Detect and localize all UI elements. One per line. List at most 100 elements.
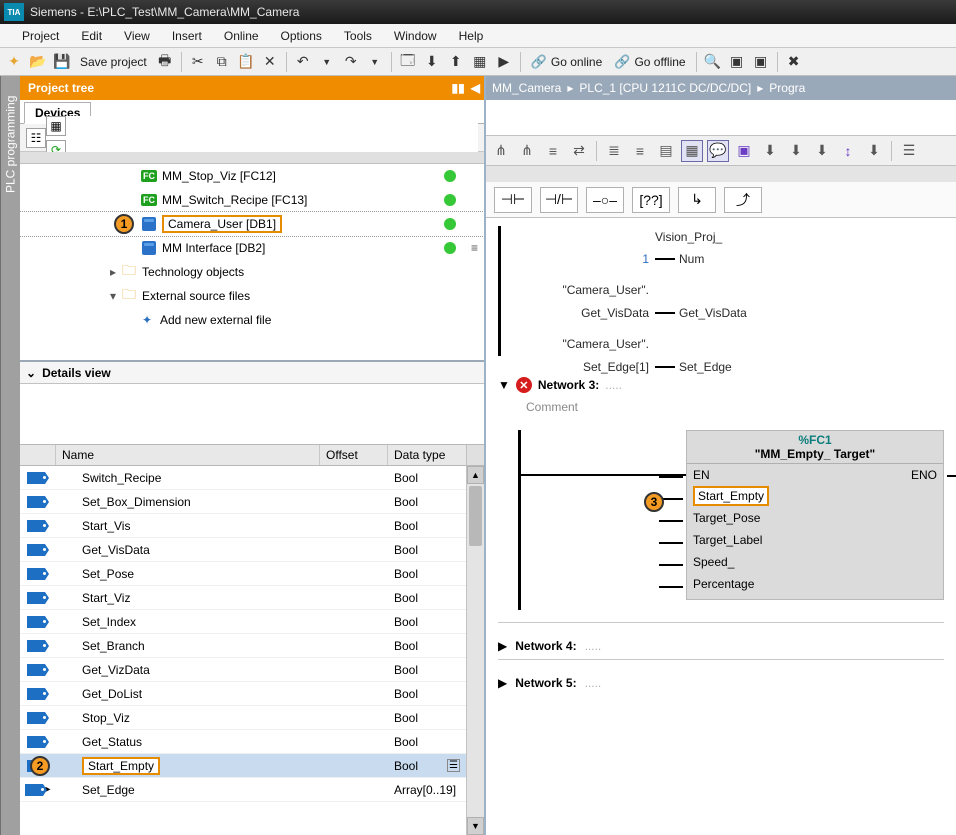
- undo-icon[interactable]: ↶: [293, 52, 313, 72]
- tree-item-db1[interactable]: 1 Camera_User [DB1]: [20, 212, 484, 236]
- table-row[interactable]: Get_DoListBool: [20, 682, 484, 706]
- rt-icon-9[interactable]: 💬: [707, 140, 729, 162]
- ref1-icon[interactable]: ▣: [727, 52, 747, 72]
- compile-icon[interactable]: 🗔: [398, 52, 418, 72]
- tree-item-fc12[interactable]: FC MM_Stop_Viz [FC12]: [20, 164, 484, 188]
- rt-icon-8[interactable]: ▦: [681, 140, 703, 162]
- scroll-thumb[interactable]: [469, 486, 482, 546]
- rt-icon-11[interactable]: ⬇: [759, 140, 781, 162]
- menu-project[interactable]: Project: [12, 27, 69, 45]
- rt-icon-15[interactable]: ⬇: [863, 140, 885, 162]
- tree-item-tech-objects[interactable]: ▸ 🗀 Technology objects: [20, 260, 484, 284]
- rt-icon-5[interactable]: ≣: [603, 140, 625, 162]
- ladder-editor[interactable]: Vision_Proj_1Num"Camera_User".Get_VisDat…: [486, 218, 956, 835]
- network-3-comment[interactable]: Comment: [498, 400, 944, 414]
- table-row[interactable]: ▸Set_EdgeArray[0..19]: [20, 778, 484, 802]
- save-icon[interactable]: 💾: [52, 52, 72, 72]
- menu-tools[interactable]: Tools: [334, 27, 382, 45]
- props-icon[interactable]: ≡: [471, 241, 478, 255]
- print-icon[interactable]: 🖶: [155, 52, 175, 72]
- menu-view[interactable]: View: [114, 27, 160, 45]
- table-row[interactable]: 2Start_EmptyBool☰: [20, 754, 484, 778]
- menu-window[interactable]: Window: [384, 27, 447, 45]
- rt-icon-12[interactable]: ⬇: [785, 140, 807, 162]
- branch-close-icon[interactable]: ⤴: [724, 187, 762, 213]
- rt-icon-16[interactable]: ☰: [898, 140, 920, 162]
- tree-item-ext-source[interactable]: ▾ 🗀 External source files: [20, 284, 484, 308]
- tag-icon: [27, 568, 45, 580]
- table-row[interactable]: Get_StatusBool: [20, 730, 484, 754]
- rt-icon-1[interactable]: ⋔: [490, 140, 512, 162]
- function-block-fc1[interactable]: %FC1 "MM_Empty_ Target" EN ENO Start_Emp…: [686, 430, 944, 600]
- cross-ref-icon[interactable]: ✖: [784, 52, 804, 72]
- col-name[interactable]: Name: [56, 445, 320, 465]
- branch-open-icon[interactable]: ↳: [678, 187, 716, 213]
- menu-options[interactable]: Options: [271, 27, 332, 45]
- tree-item-db2[interactable]: MM Interface [DB2] ≡: [20, 236, 484, 260]
- col-datatype[interactable]: Data type: [388, 445, 466, 465]
- tree-item-fc13[interactable]: FC MM_Switch_Recipe [FC13]: [20, 188, 484, 212]
- search-icon[interactable]: 🔍: [703, 52, 723, 72]
- chevron-down-icon[interactable]: ▾: [110, 289, 116, 303]
- coil-icon[interactable]: –○–: [586, 187, 624, 213]
- empty-box-icon[interactable]: [??]: [632, 187, 670, 213]
- tree-view-icon[interactable]: ☷: [26, 128, 46, 148]
- rt-icon-7[interactable]: ▤: [655, 140, 677, 162]
- copy-icon[interactable]: ⧉: [212, 52, 232, 72]
- collapse-icon[interactable]: ◀: [471, 81, 480, 95]
- contact-nc-icon[interactable]: ⊣/⊢: [540, 187, 578, 213]
- rt-icon-4[interactable]: ⇄: [568, 140, 590, 162]
- start-sim-icon[interactable]: ▶: [494, 52, 514, 72]
- rt-icon-6[interactable]: ≡: [629, 140, 651, 162]
- table-row[interactable]: Start_VisBool: [20, 514, 484, 538]
- table-row[interactable]: Set_PoseBool: [20, 562, 484, 586]
- contact-no-icon[interactable]: ⊣⊢: [494, 187, 532, 213]
- rt-icon-2[interactable]: ⋔: [516, 140, 538, 162]
- scroll-up-icon[interactable]: ▲: [467, 466, 484, 484]
- tree-item-add-ext-file[interactable]: ✦ Add new external file: [20, 308, 484, 332]
- save-project-button[interactable]: Save project: [76, 51, 151, 73]
- delete-icon[interactable]: ✕: [260, 52, 280, 72]
- table-row[interactable]: Get_VisDataBool: [20, 538, 484, 562]
- new-icon[interactable]: ✦: [4, 52, 24, 72]
- rt-icon-14[interactable]: ↕: [837, 140, 859, 162]
- redo-drop-icon[interactable]: ▼: [365, 52, 385, 72]
- grid-icon[interactable]: ▦: [46, 116, 66, 136]
- table-row[interactable]: Set_Box_DimensionBool: [20, 490, 484, 514]
- menu-insert[interactable]: Insert: [162, 27, 212, 45]
- menu-edit[interactable]: Edit: [71, 27, 112, 45]
- table-row[interactable]: Start_VizBool: [20, 586, 484, 610]
- paste-icon[interactable]: 📋: [236, 52, 256, 72]
- table-row[interactable]: Set_BranchBool: [20, 634, 484, 658]
- table-row[interactable]: Stop_VizBool: [20, 706, 484, 730]
- undo-drop-icon[interactable]: ▼: [317, 52, 337, 72]
- rt-icon-13[interactable]: ⬇: [811, 140, 833, 162]
- scroll-down-icon[interactable]: ▼: [467, 817, 484, 835]
- pin-icon[interactable]: ▮▮: [452, 81, 465, 95]
- network-4-header[interactable]: ▶ Network 4: .....: [498, 639, 944, 653]
- vertical-scrollbar[interactable]: ▲ ▼: [466, 466, 484, 835]
- table-row[interactable]: Set_IndexBool: [20, 610, 484, 634]
- table-row[interactable]: Switch_RecipeBool: [20, 466, 484, 490]
- menu-online[interactable]: Online: [214, 27, 269, 45]
- go-online-button[interactable]: 🔗Go online: [527, 51, 607, 73]
- table-row[interactable]: Get_VizDataBool: [20, 658, 484, 682]
- breadcrumb[interactable]: MM_Camera▸ PLC_1 [CPU 1211C DC/DC/DC]▸ P…: [486, 76, 956, 100]
- sim-icon[interactable]: ▦: [470, 52, 490, 72]
- details-view-header[interactable]: ⌄ Details view: [20, 360, 484, 384]
- go-offline-button[interactable]: 🔗Go offline: [610, 51, 689, 73]
- rt-icon-3[interactable]: ≡: [542, 140, 564, 162]
- chevron-right-icon[interactable]: ▸: [110, 265, 116, 279]
- redo-icon[interactable]: ↷: [341, 52, 361, 72]
- open-icon[interactable]: 📂: [28, 52, 48, 72]
- network-5-header[interactable]: ▶ Network 5: .....: [498, 676, 944, 690]
- rt-icon-10[interactable]: ▣: [733, 140, 755, 162]
- cut-icon[interactable]: ✂: [188, 52, 208, 72]
- ref2-icon[interactable]: ▣: [751, 52, 771, 72]
- upload-icon[interactable]: ⬆: [446, 52, 466, 72]
- status-dot-icon: [444, 218, 456, 230]
- col-offset[interactable]: Offset: [320, 445, 388, 465]
- menu-help[interactable]: Help: [449, 27, 494, 45]
- side-strip[interactable]: PLC programming: [0, 76, 20, 835]
- download-icon[interactable]: ⬇: [422, 52, 442, 72]
